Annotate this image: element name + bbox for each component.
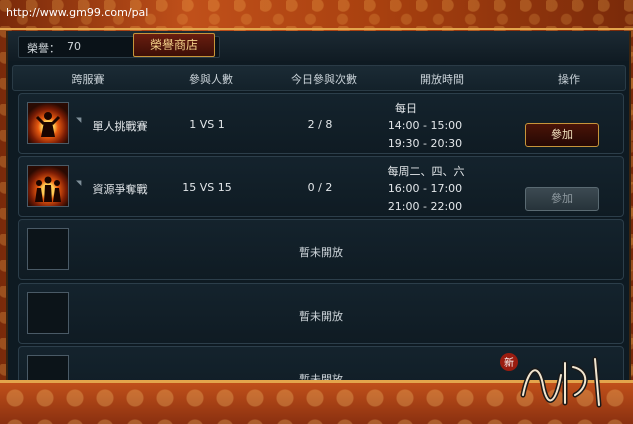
event-row-solo: ◥ 單人挑戰賽 1 VS 1 2 / 8 每日 14:00 - 15:00 19…: [18, 93, 624, 154]
event-row-closed: 暫未開放: [18, 283, 624, 344]
empty-slot-icon: [27, 355, 69, 383]
join-button[interactable]: 參加: [525, 123, 599, 147]
site-url: http://www.gm99.com/pal: [6, 6, 149, 19]
event-row-closed: 暫未開放: [18, 219, 624, 280]
event-schedule-slot: 16:00 - 17:00: [387, 182, 463, 195]
event-players: 1 VS 1: [189, 118, 225, 131]
event-schedule-slot: 14:00 - 15:00: [387, 119, 463, 132]
event-schedule-slot: 21:00 - 22:00: [387, 200, 463, 213]
header-players: 參與人數: [189, 73, 233, 86]
header-today-count: 今日參與次數: [291, 73, 357, 86]
event-schedule-slot: 19:30 - 20:30: [387, 137, 463, 150]
honor-value: 70: [67, 40, 81, 53]
row-marker-icon: ◥: [76, 116, 82, 124]
event-name: 單人挑戰賽: [92, 120, 148, 133]
event-today-count: 0 / 2: [307, 181, 333, 194]
frame-top-border: [0, 28, 633, 30]
table-header: 跨服賽 參與人數 今日參與次數 開放時間 操作: [12, 65, 626, 91]
event-today-count: 2 / 8: [307, 118, 333, 131]
closed-label: 暫未開放: [299, 310, 343, 323]
svg-text:新: 新: [504, 356, 514, 369]
event-schedule-day: 每周二、四、六: [387, 165, 465, 178]
header-action: 操作: [558, 73, 580, 86]
header-open-time: 開放時間: [420, 73, 464, 86]
join-button-disabled[interactable]: 參加: [525, 187, 599, 211]
event-players: 15 VS 15: [182, 181, 232, 194]
row-marker-icon: ◥: [76, 179, 82, 187]
empty-slot-icon: [27, 228, 69, 270]
arena-panel: 榮譽： 70 榮譽商店 跨服賽 參與人數 今日參與次數 開放時間 操作 ◥ 單人…: [6, 31, 631, 383]
event-name: 資源爭奪戰: [92, 183, 148, 196]
panel-top-bar: 榮譽： 70 榮譽商店: [8, 31, 629, 61]
event-row-resource: ◥ 資源爭奪戰 15 VS 15 0 / 2 每周二、四、六 16:00 - 1…: [18, 156, 624, 217]
header-cross-server: 跨服賽: [71, 73, 105, 86]
fire-team-icon: [27, 165, 69, 207]
honor-shop-button[interactable]: 榮譽商店: [133, 33, 215, 57]
event-schedule-day: 每日: [395, 102, 417, 115]
fire-warrior-icon: [27, 102, 69, 144]
closed-label: 暫未開放: [299, 246, 343, 259]
game-logo: 新: [495, 345, 620, 415]
honor-label: 榮譽：: [27, 42, 60, 55]
empty-slot-icon: [27, 292, 69, 334]
